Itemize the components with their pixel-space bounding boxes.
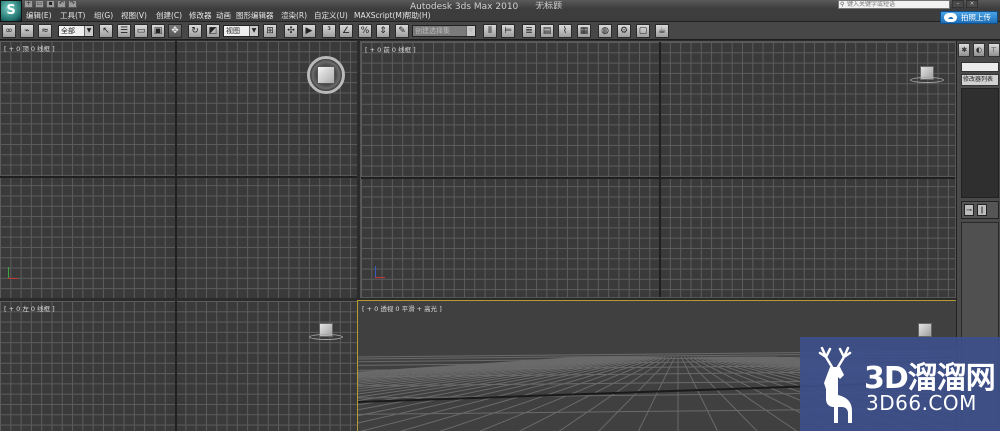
viewcube-icon[interactable] (309, 323, 343, 343)
spinner-snap-icon[interactable]: ⇕ (376, 24, 390, 38)
stack-buttons: ⊸ ∥ (961, 201, 999, 219)
graphite-icon[interactable]: ▤ (540, 24, 554, 38)
chevron-down-icon: ▼ (466, 26, 475, 36)
axis-tripod-icon (6, 267, 20, 281)
viewport-front-label[interactable]: [ + 0 前 0 线框 ] (365, 44, 416, 54)
search-icon: ⚲ (840, 1, 845, 8)
menu-tools[interactable]: 工具(T) (60, 10, 85, 21)
minimize-icon[interactable]: – (952, 0, 964, 8)
snap-toggle-icon[interactable]: ³ (322, 24, 336, 38)
edit-named-selection-icon[interactable]: ✎ (395, 24, 409, 38)
bind-spacewarp-icon[interactable]: ≈ (38, 24, 52, 38)
steering-wheel-icon[interactable] (307, 56, 345, 94)
cloud-upload-button[interactable]: ☁ 拍照上传 (940, 11, 998, 24)
layer-manager-icon[interactable]: ≣ (522, 24, 536, 38)
viewport-perspective-label[interactable]: [ + 0 透视 0 平滑 + 高光 ] (362, 303, 442, 313)
modifier-list-label: 修改器列表 (963, 76, 994, 83)
align-icon[interactable]: ⊨ (501, 24, 515, 38)
selection-filter-value: 全部 (61, 27, 75, 35)
hierarchy-tab-icon[interactable]: ⊤ (987, 43, 1000, 57)
undo-icon[interactable]: ↶ (57, 0, 66, 8)
select-object-icon[interactable]: ↖ (99, 24, 113, 38)
menu-maxscript[interactable]: MAXScript(M) (354, 10, 405, 21)
command-panel-tabs: ✱ ◐ ⊤ (957, 43, 1000, 59)
watermark-url: 3D66.COM (866, 391, 977, 415)
named-selection-value: 创建选择集 (415, 27, 450, 35)
close-icon[interactable]: × (966, 0, 978, 8)
search-placeholder: 键入关键字或短语 (847, 1, 896, 8)
selection-filter-dropdown[interactable]: 全部 ▼ (58, 25, 94, 37)
viewcube-ring (910, 77, 944, 83)
cloud-icon: ☁ (944, 13, 957, 22)
teapot-render-icon[interactable]: ☕ (655, 24, 669, 38)
menu-group[interactable]: 组(G) (94, 10, 113, 21)
viewcube-icon (317, 66, 335, 84)
menu-create[interactable]: 创建(C) (156, 10, 182, 21)
x-axis-line (8, 278, 18, 279)
show-end-result-icon[interactable]: ∥ (977, 204, 987, 216)
menu-graph-editors[interactable]: 图形编辑器 (236, 10, 274, 21)
material-editor-icon[interactable]: ◍ (598, 24, 612, 38)
viewport-left[interactable]: [ + 0 左 0 线框 ] (0, 301, 357, 431)
rectangle-region-icon[interactable]: ▭ (134, 24, 148, 38)
viewcube-icon[interactable] (910, 66, 944, 86)
open-file-icon[interactable]: ▭ (35, 0, 44, 8)
watermark: 3D溜溜网 3D66.COM (800, 337, 1000, 431)
create-tab-icon[interactable]: ✱ (958, 43, 971, 57)
schematic-view-icon[interactable]: ▦ (577, 24, 591, 38)
select-manipulate-icon[interactable]: ✣ (284, 24, 298, 38)
viewcube-ring (309, 334, 343, 340)
chevron-down-icon: ▼ (84, 26, 93, 36)
viewcube-cube (918, 323, 932, 337)
reference-coord-value: 视图 (226, 27, 240, 35)
menu-edit[interactable]: 编辑(E) (26, 10, 52, 21)
mirror-icon[interactable]: ⫴ (483, 24, 497, 38)
rendered-frame-icon[interactable]: ▢ (636, 24, 650, 38)
percent-snap-icon[interactable]: % (358, 24, 372, 38)
axis-tripod-icon (373, 266, 387, 280)
render-setup-icon[interactable]: ⚙ (617, 24, 631, 38)
keyboard-shortcut-icon[interactable]: ▶ (302, 24, 316, 38)
object-name-field[interactable] (961, 62, 999, 72)
save-icon[interactable]: ▪ (46, 0, 55, 8)
modifier-list-dropdown[interactable]: 修改器列表 (961, 74, 999, 86)
main-toolbar: ∞ ⌁ ≈ 全部 ▼ ↖ ☰ ▭ ▣ ✥ ↻ ◩ 视图 ▼ ⊞ ✣ ▶ ³ ∠ … (0, 22, 1000, 40)
pivot-center-icon[interactable]: ⊞ (263, 24, 277, 38)
rotate-icon[interactable]: ↻ (188, 24, 202, 38)
viewport-left-label[interactable]: [ + 0 左 0 线框 ] (4, 303, 55, 313)
deer-icon (818, 346, 852, 423)
scale-icon[interactable]: ◩ (206, 24, 220, 38)
pin-stack-icon[interactable]: ⊸ (964, 204, 974, 216)
curve-editor-icon[interactable]: ⌇ (558, 24, 572, 38)
menu-animation[interactable]: 动画 (216, 10, 231, 21)
menu-bar: 编辑(E) 工具(T) 组(G) 视图(V) 创建(C) 修改器 动画 图形编辑… (0, 9, 1000, 22)
window-controls: – × (952, 0, 978, 8)
reference-coord-dropdown[interactable]: 视图 ▼ (223, 25, 259, 37)
link-icon[interactable]: ∞ (2, 24, 16, 38)
menu-customize[interactable]: 自定义(U) (314, 10, 348, 21)
select-by-name-icon[interactable]: ☰ (117, 24, 131, 38)
menu-views[interactable]: 视图(V) (121, 10, 147, 21)
viewport-front[interactable]: [ + 0 前 0 线框 ] (360, 41, 956, 298)
angle-snap-icon[interactable]: ∠ (339, 24, 353, 38)
modifier-stack[interactable] (961, 88, 999, 198)
redo-icon[interactable]: ↷ (68, 0, 77, 8)
quick-access-toolbar: + ▭ ▪ ↶ ↷ (24, 0, 77, 9)
chevron-down-icon: ▼ (249, 26, 258, 36)
window-crossing-icon[interactable]: ▣ (151, 24, 165, 38)
new-file-icon[interactable]: + (24, 0, 33, 8)
menu-modifiers[interactable]: 修改器 (189, 10, 212, 21)
cloud-upload-label: 拍照上传 (961, 13, 991, 22)
unlink-icon[interactable]: ⌁ (20, 24, 34, 38)
viewport-top-label[interactable]: [ + 0 顶 0 线框 ] (4, 43, 55, 53)
named-selection-dropdown[interactable]: 创建选择集 ▼ (412, 25, 476, 37)
move-icon[interactable]: ✥ (168, 24, 182, 38)
search-input[interactable]: ⚲ 键入关键字或短语 (838, 0, 950, 9)
viewport-top[interactable]: [ + 0 顶 0 线框 ] (0, 41, 357, 298)
menu-help[interactable]: 帮助(H) (404, 10, 431, 21)
3dsmax-logo-icon[interactable]: S (0, 0, 22, 22)
modify-tab-icon[interactable]: ◐ (972, 43, 985, 57)
x-axis-line (375, 277, 385, 278)
menu-rendering[interactable]: 渲染(R) (281, 10, 307, 21)
